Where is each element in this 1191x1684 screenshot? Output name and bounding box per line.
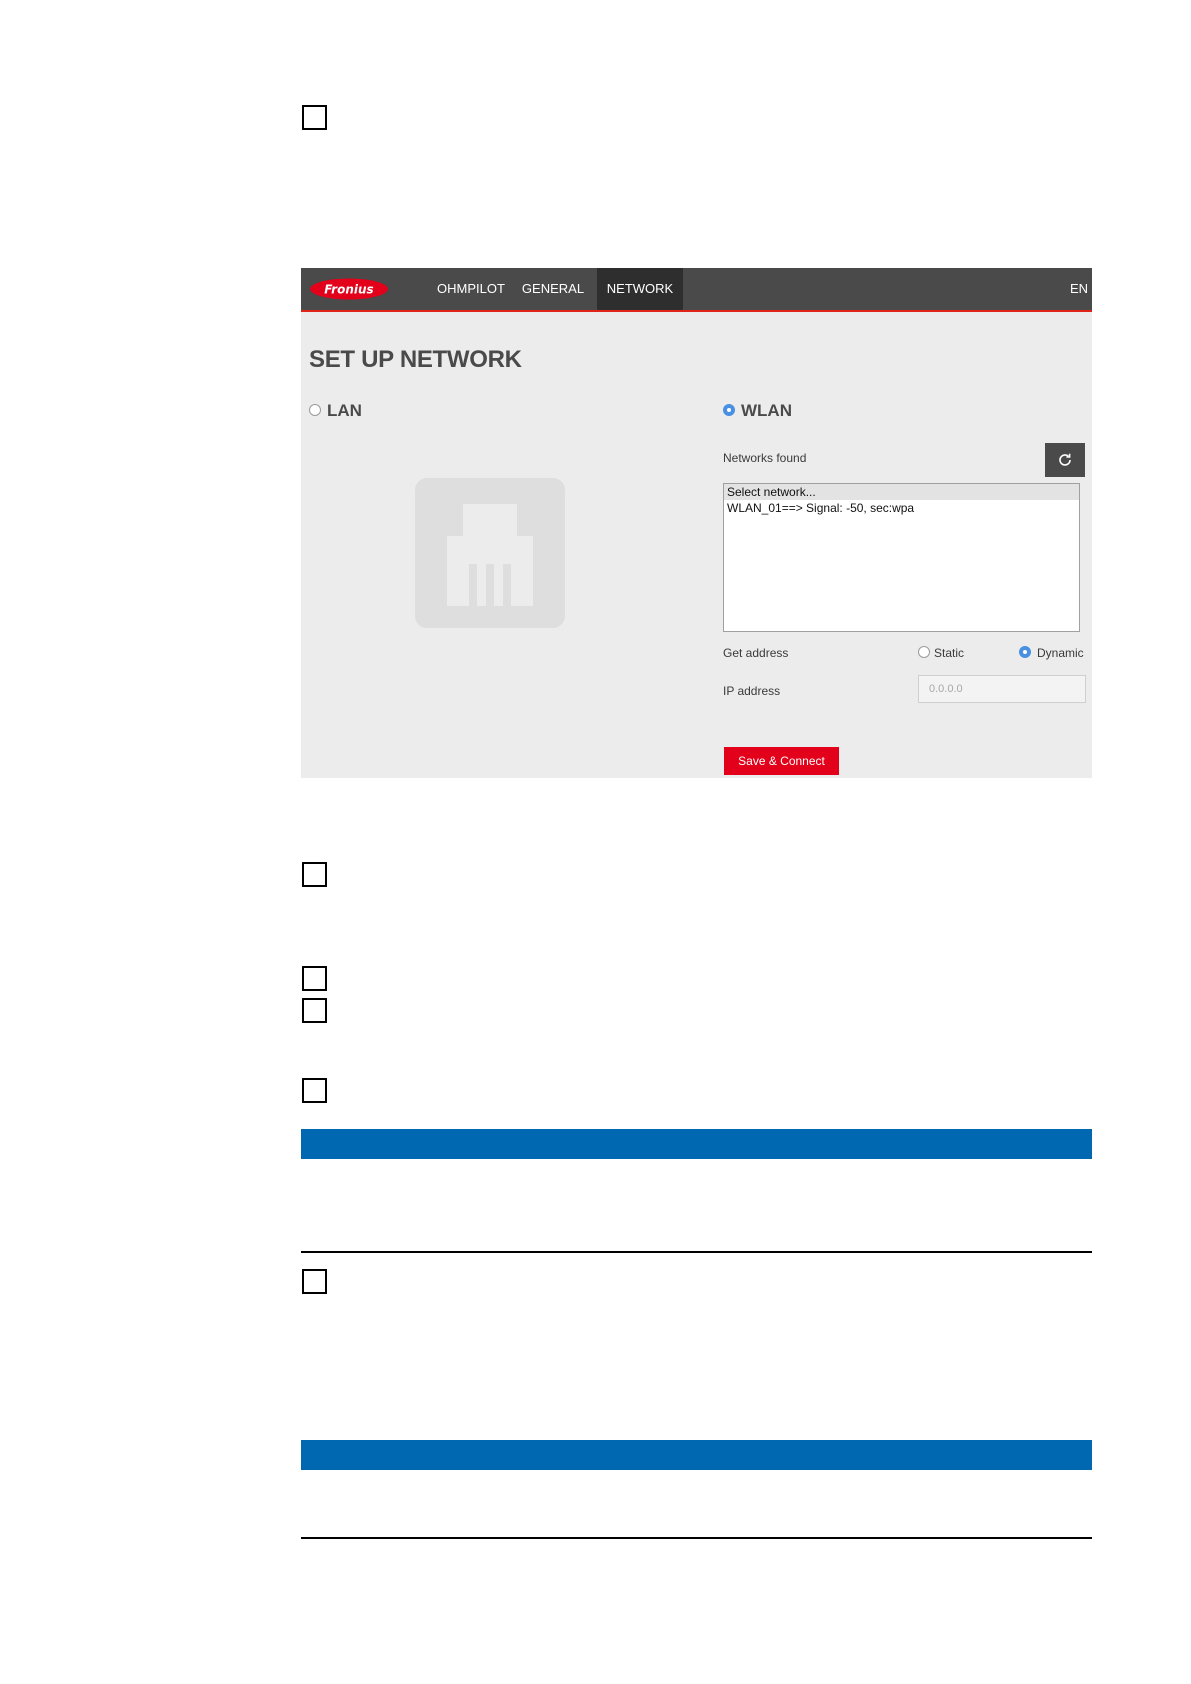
wlan-label: WLAN	[741, 401, 792, 420]
save-connect-button[interactable]: Save & Connect	[724, 747, 839, 775]
network-option[interactable]: WLAN_01==> Signal: -50, sec:wpa	[724, 500, 1079, 516]
dynamic-label: Dynamic	[1037, 646, 1084, 660]
step-checkbox-4	[302, 998, 327, 1023]
refresh-networks-button[interactable]	[1045, 443, 1085, 477]
top-navigation-bar: Fronius OHMPILOT GENERAL NETWORK EN	[301, 268, 1092, 312]
nav-tab-general[interactable]: GENERAL	[513, 268, 593, 310]
language-selector[interactable]: EN	[1070, 268, 1088, 310]
ethernet-port-icon	[415, 478, 565, 628]
nav-tab-network[interactable]: NETWORK	[597, 268, 683, 310]
note-header-bar	[301, 1129, 1092, 1159]
network-list[interactable]: Select network... WLAN_01==> Signal: -50…	[723, 483, 1080, 632]
nav-tab-ohmpilot[interactable]: OHMPILOT	[431, 268, 511, 310]
static-label: Static	[934, 646, 965, 660]
step-checkbox-1	[302, 105, 327, 130]
note-divider	[301, 1251, 1092, 1253]
brand-text: Fronius	[324, 283, 373, 297]
network-option[interactable]: Select network...	[724, 484, 1079, 500]
refresh-icon	[1059, 453, 1071, 466]
note-divider	[301, 1537, 1092, 1539]
note-header-bar	[301, 1440, 1092, 1470]
networks-found-label: Networks found	[723, 451, 807, 465]
step-checkbox-3	[302, 966, 327, 991]
step-checkbox-5	[302, 1078, 327, 1103]
get-address-label: Get address	[723, 646, 789, 660]
ip-address-label: IP address	[723, 684, 781, 698]
page-title: SET UP NETWORK	[309, 346, 522, 373]
step-checkbox-2	[302, 862, 327, 887]
step-checkbox-6	[302, 1269, 327, 1294]
wlan-radio[interactable]	[723, 404, 735, 416]
lan-radio[interactable]	[309, 404, 321, 416]
dynamic-radio[interactable]	[1019, 646, 1031, 658]
static-radio[interactable]	[918, 646, 930, 658]
fronius-logo: Fronius	[310, 278, 388, 300]
lan-label: LAN	[327, 401, 362, 420]
ip-address-input[interactable]: 0.0.0.0	[918, 675, 1086, 703]
ui-screenshot: Fronius OHMPILOT GENERAL NETWORK EN SET …	[301, 268, 1092, 778]
